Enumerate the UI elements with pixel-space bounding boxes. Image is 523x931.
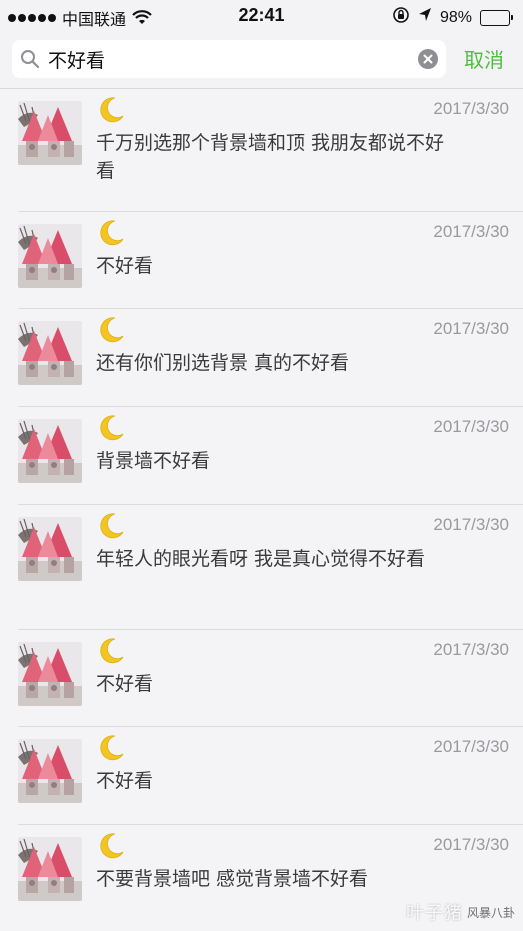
result-date: 2017/3/30 — [433, 515, 509, 534]
clear-search-icon[interactable] — [418, 49, 438, 69]
crescent-moon-icon — [96, 413, 126, 447]
avatar — [18, 739, 82, 803]
search-input[interactable] — [48, 46, 408, 72]
result-text: 不好看 — [96, 255, 154, 277]
crescent-moon-icon — [96, 636, 126, 670]
search-icon — [20, 49, 40, 73]
avatar — [18, 321, 82, 385]
crescent-moon-icon — [96, 315, 126, 349]
crescent-moon-icon — [96, 511, 126, 545]
watermark-logo: 叶子猪 — [405, 903, 463, 924]
result-date: 2017/3/30 — [433, 737, 509, 756]
orientation-lock-icon — [392, 6, 410, 29]
battery-percent: 98% — [439, 8, 472, 26]
crescent-moon-icon — [96, 831, 126, 865]
result-text: 不要背景墙吧 感觉背景墙不好看 — [96, 868, 369, 890]
avatar — [18, 101, 82, 165]
status-bar: 中国联通 22:41 98% — [0, 0, 523, 32]
result-item[interactable]: 2017/3/30 不好看 — [0, 212, 523, 309]
result-item[interactable]: 2017/3/30 不好看 — [0, 727, 523, 825]
result-text: 还有你们别选背景 真的不好看 — [96, 352, 350, 374]
status-right: 98% — [392, 6, 513, 29]
result-text: 不好看 — [96, 673, 154, 695]
result-date: 2017/3/30 — [433, 319, 509, 338]
result-item[interactable]: 2017/3/30 年轻人的眼光看呀 我是真心觉得不好看 — [0, 505, 523, 630]
result-date: 2017/3/30 — [433, 222, 509, 241]
crescent-moon-icon — [96, 95, 126, 129]
result-item[interactable]: 2017/3/30 还有你们别选背景 真的不好看 — [0, 309, 523, 407]
crescent-moon-icon — [96, 218, 126, 252]
result-text: 背景墙不好看 — [96, 450, 211, 472]
location-icon — [418, 7, 432, 28]
cancel-button[interactable]: 取消 — [464, 44, 504, 73]
search-header: 取消 — [0, 32, 523, 89]
result-text: 不好看 — [96, 770, 154, 792]
watermark: 叶子猪 风暴八卦 — [406, 899, 515, 925]
result-date: 2017/3/30 — [433, 99, 509, 118]
watermark-caption: 风暴八卦 — [466, 905, 515, 920]
result-date: 2017/3/30 — [433, 640, 509, 659]
avatar — [18, 642, 82, 706]
search-box[interactable] — [12, 40, 446, 78]
result-date: 2017/3/30 — [433, 835, 509, 854]
battery-icon — [480, 9, 513, 26]
result-item[interactable]: 2017/3/30 背景墙不好看 — [0, 407, 523, 505]
avatar — [18, 517, 82, 581]
result-date: 2017/3/30 — [433, 417, 509, 436]
result-item[interactable]: 2017/3/30 千万别选那个背景墙和顶 我朋友都说不好看 — [0, 89, 523, 212]
result-text: 千万别选那个背景墙和顶 我朋友都说不好看 — [96, 132, 445, 182]
avatar — [18, 224, 82, 288]
avatar — [18, 837, 82, 901]
avatar — [18, 419, 82, 483]
result-item[interactable]: 2017/3/30 不好看 — [0, 630, 523, 727]
result-text: 年轻人的眼光看呀 我是真心觉得不好看 — [96, 548, 426, 570]
crescent-moon-icon — [96, 733, 126, 767]
